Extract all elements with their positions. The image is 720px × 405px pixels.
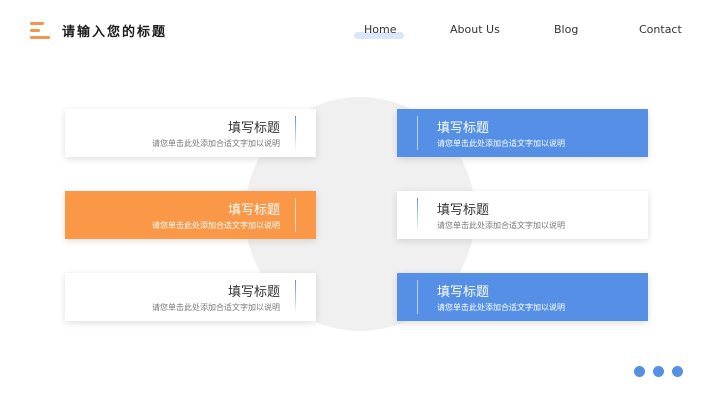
card-title: 填写标题 — [227, 203, 280, 218]
nav-blog[interactable]: Blog — [554, 23, 578, 36]
card-divider — [417, 280, 418, 314]
nav-about-us[interactable]: About Us — [450, 23, 500, 36]
card-left-1[interactable]: 填写标题 请您单击此处添加合适文字加以说明 — [65, 109, 316, 157]
card-title: 填写标题 — [437, 121, 490, 136]
card-description: 请您单击此处添加合适文字加以说明 — [152, 221, 280, 230]
card-divider — [295, 116, 296, 150]
pagination-dot[interactable] — [672, 366, 683, 377]
card-description: 请您单击此处添加合适文字加以说明 — [437, 221, 565, 230]
nav-contact[interactable]: Contact — [639, 23, 682, 36]
card-description: 请您单击此处添加合适文字加以说明 — [152, 139, 280, 148]
pagination-dot[interactable] — [634, 366, 645, 377]
card-description: 请您单击此处添加合适文字加以说明 — [437, 303, 565, 312]
card-divider — [417, 116, 418, 150]
card-right-2[interactable]: 填写标题 请您单击此处添加合适文字加以说明 — [397, 191, 648, 239]
page-title: 请输入您的标题 — [62, 25, 168, 40]
card-left-3[interactable]: 填写标题 请您单击此处添加合适文字加以说明 — [65, 273, 316, 321]
menu-icon[interactable] — [30, 22, 50, 40]
card-left-2[interactable]: 填写标题 请您单击此处添加合适文字加以说明 — [65, 191, 316, 239]
pagination-dot[interactable] — [653, 366, 664, 377]
card-divider — [295, 280, 296, 314]
card-title: 填写标题 — [437, 203, 490, 218]
card-description: 请您单击此处添加合适文字加以说明 — [152, 303, 280, 312]
card-divider — [295, 198, 296, 232]
card-description: 请您单击此处添加合适文字加以说明 — [437, 139, 565, 148]
card-right-1[interactable]: 填写标题 请您单击此处添加合适文字加以说明 — [397, 109, 648, 157]
card-title: 填写标题 — [227, 285, 280, 300]
card-title: 填写标题 — [437, 285, 490, 300]
card-title: 填写标题 — [227, 121, 280, 136]
card-divider — [417, 198, 418, 232]
nav-home[interactable]: Home — [364, 23, 396, 36]
card-right-3[interactable]: 填写标题 请您单击此处添加合适文字加以说明 — [397, 273, 648, 321]
